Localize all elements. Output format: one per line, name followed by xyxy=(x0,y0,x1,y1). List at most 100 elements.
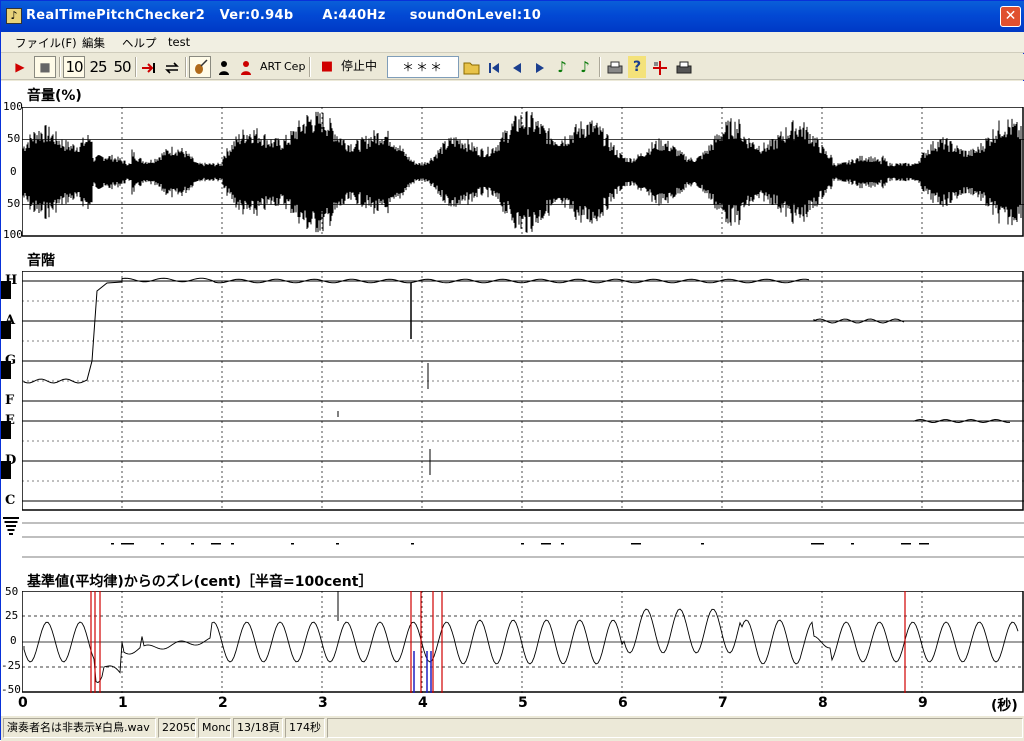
window-50-button[interactable]: 50 xyxy=(111,56,133,78)
time-tick-0: 0 xyxy=(18,695,28,711)
time-tick-6: 6 xyxy=(618,695,628,711)
repeat-icon[interactable] xyxy=(162,56,182,78)
help-icon[interactable]: ? xyxy=(628,56,646,78)
strip-marker xyxy=(9,533,13,535)
art-button[interactable]: ART xyxy=(259,56,281,78)
skip-icon[interactable] xyxy=(139,56,159,78)
next-icon[interactable] xyxy=(531,56,549,78)
time-tick-4: 4 xyxy=(418,695,428,711)
strip-tick xyxy=(161,543,164,545)
prev-icon[interactable] xyxy=(508,56,526,78)
strip-tick xyxy=(811,543,821,545)
window-title: RealTimePitchChecker2 Ver:0.94b A:440Hz … xyxy=(26,8,542,23)
record-icon[interactable]: ■ xyxy=(319,56,335,78)
scale-frame xyxy=(22,271,1024,511)
strip-tick xyxy=(191,543,194,545)
dev-tick-25: 25 xyxy=(5,609,19,622)
strip-marker xyxy=(4,521,18,523)
printer-icon[interactable] xyxy=(674,56,694,78)
strip-tick xyxy=(919,543,929,545)
person-icon[interactable] xyxy=(214,56,234,78)
violin-icon[interactable] xyxy=(189,56,211,78)
strip-tick xyxy=(701,543,704,545)
strip-marker xyxy=(3,517,19,519)
piano-keys xyxy=(1,281,11,479)
strip-tick xyxy=(111,543,114,545)
print-icon[interactable] xyxy=(605,56,625,78)
time-tick-7: 7 xyxy=(718,695,728,711)
status-label: 停止中 xyxy=(340,59,377,73)
time-unit-label: (秒) xyxy=(991,698,1018,714)
scale-panel-title: 音階 xyxy=(27,253,55,269)
strip-tick xyxy=(211,543,221,545)
strip-tick xyxy=(851,543,854,545)
strip-tick xyxy=(821,543,824,545)
plot-area: 音量(%) 100 50 0 50 100 音階 H A G F E D C 基… xyxy=(1,81,1024,715)
dev-tick-50: 50 xyxy=(5,585,19,598)
volume-panel-title: 音量(%) xyxy=(27,88,82,104)
strip-marker xyxy=(6,525,16,527)
piano-black-key xyxy=(1,461,11,479)
time-tick-9: 9 xyxy=(918,695,928,711)
menu-help[interactable]: ヘルプ xyxy=(122,35,157,51)
menu-file[interactable]: ファイル(F) xyxy=(15,35,77,51)
stop-button[interactable]: ■ xyxy=(34,56,56,78)
volume-waveform[interactable] xyxy=(22,107,1024,237)
toolbar: ▶ ■ 10 25 50 ART Cep ■ 停止中 ＊＊＊ ♪ ♪ ? xyxy=(1,54,1024,80)
strip-tick xyxy=(131,543,134,545)
note-marks-strip xyxy=(3,517,1024,558)
time-tick-8: 8 xyxy=(818,695,828,711)
title-bar[interactable]: ♪ RealTimePitchChecker2 Ver:0.94b A:440H… xyxy=(1,1,1024,32)
first-icon[interactable] xyxy=(485,56,503,78)
piano-black-key xyxy=(1,421,11,439)
volume-tick-50-top: 50 xyxy=(7,132,21,145)
dev-tick-0: 0 xyxy=(10,634,17,647)
strip-tick xyxy=(541,543,551,545)
strip-tick xyxy=(121,543,131,545)
open-folder-icon[interactable] xyxy=(462,56,482,78)
time-tick-3: 3 xyxy=(318,695,328,711)
status-empty xyxy=(327,718,1023,738)
cursor-icon[interactable] xyxy=(651,56,669,78)
menu-edit[interactable]: 編集 xyxy=(82,35,105,51)
time-tick-5: 5 xyxy=(518,695,528,711)
person-red-icon[interactable] xyxy=(236,56,256,78)
piano-black-key xyxy=(1,321,11,339)
note2-icon[interactable]: ♪ xyxy=(576,56,594,78)
menu-bar: ファイル(F) 編集 ヘルプ test xyxy=(1,32,1024,53)
note-display: ＊＊＊ xyxy=(387,56,459,78)
pitch-trace[interactable] xyxy=(22,271,1024,511)
app-window: ♪ RealTimePitchChecker2 Ver:0.94b A:440H… xyxy=(0,0,1024,741)
status-bar: 演奏者名は非表示¥白鳥.wav 22050 Mono 13/18頁 174秒 xyxy=(1,715,1024,741)
status-file: 演奏者名は非表示¥白鳥.wav xyxy=(3,718,156,738)
note-icon[interactable]: ♪ xyxy=(553,56,571,78)
window-10-button[interactable]: 10 xyxy=(63,56,85,78)
volume-tick-100-top: 100 xyxy=(3,100,23,113)
status-channels: Mono xyxy=(198,718,231,738)
menu-test[interactable]: test xyxy=(168,35,190,49)
window-25-button[interactable]: 25 xyxy=(87,56,109,78)
status-sample-rate: 22050 xyxy=(158,718,196,738)
close-button[interactable]: ✕ xyxy=(1000,6,1021,27)
deviation-frame xyxy=(22,591,1024,693)
cep-button[interactable]: Cep xyxy=(283,56,305,78)
cent-deviation-plot[interactable] xyxy=(22,591,1024,693)
volume-tick-50-bottom: 50 xyxy=(7,197,21,210)
strip-marker xyxy=(7,529,15,531)
time-tick-1: 1 xyxy=(118,695,128,711)
strip-tick xyxy=(901,543,911,545)
volume-tick-0: 0 xyxy=(10,165,17,178)
strip-tick xyxy=(231,543,234,545)
strip-tick xyxy=(291,543,294,545)
strip-tick xyxy=(561,543,564,545)
status-page: 13/18頁 xyxy=(233,718,283,738)
piano-black-key xyxy=(1,281,11,299)
app-icon: ♪ xyxy=(6,8,22,24)
play-button[interactable]: ▶ xyxy=(10,56,30,78)
piano-black-key xyxy=(1,361,11,379)
deviation-panel-title: 基準値(平均律)からのズレ(cent)［半音=100cent］ xyxy=(27,574,373,590)
dev-tick-minus25: -25 xyxy=(1,659,21,672)
strip-tick xyxy=(521,543,524,545)
status-duration: 174秒 xyxy=(285,718,325,738)
strip-tick xyxy=(411,543,414,545)
